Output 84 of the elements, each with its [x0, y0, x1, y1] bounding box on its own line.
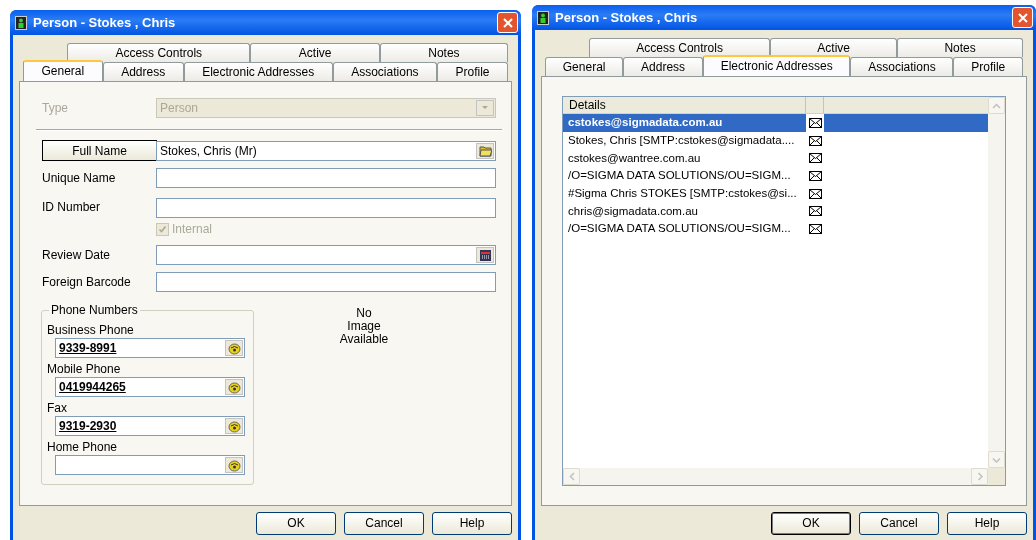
field-label: Business Phone — [47, 322, 135, 338]
address-text: cstokes@sigmadata.com.au — [567, 115, 724, 131]
input-field[interactable]: Stokes, Chris (Mr) — [156, 140, 496, 161]
tab[interactable]: Access Controls — [67, 43, 251, 62]
input-field[interactable] — [156, 272, 496, 292]
tab[interactable]: Profile — [437, 62, 509, 81]
tab[interactable]: Address — [102, 62, 184, 81]
list-row[interactable]: /O=SIGMA DATA SOLUTIONS/OU=SIGM... — [563, 167, 988, 185]
phone-field[interactable]: 9319-2930 — [55, 416, 245, 436]
group-title: Phone Numbers — [49, 303, 140, 317]
tab[interactable]: Access Controls — [589, 38, 771, 57]
tab[interactable]: General — [23, 60, 103, 81]
dialog-button[interactable]: Cancel — [344, 511, 424, 535]
envelope-icon — [808, 170, 822, 181]
tab[interactable]: Active — [770, 38, 898, 57]
field-label: Type — [42, 100, 69, 117]
folder-icon[interactable] — [478, 144, 492, 157]
scroll-up-icon[interactable] — [992, 102, 1001, 109]
calendar-icon[interactable] — [478, 248, 492, 262]
input-field[interactable] — [156, 168, 496, 188]
phone-icon[interactable] — [227, 458, 241, 472]
tab[interactable]: Address — [623, 57, 703, 76]
envelope-icon — [808, 223, 822, 234]
scroll-down-icon[interactable] — [992, 456, 1001, 463]
address-text: /O=SIGMA DATA SOLUTIONS/OU=SIGM... — [567, 221, 792, 237]
envelope-icon — [808, 135, 822, 146]
field-label: Mobile Phone — [47, 361, 122, 377]
tab[interactable]: General — [545, 57, 624, 76]
dialog-button[interactable]: OK — [771, 511, 851, 535]
list-row[interactable]: /O=SIGMA DATA SOLUTIONS/OU=SIGM... — [563, 220, 988, 238]
field-label: Foreign Barcode — [42, 274, 132, 291]
phone-icon[interactable] — [227, 380, 241, 394]
envelope-icon — [808, 153, 822, 164]
input-field[interactable] — [156, 245, 496, 265]
phone-icon[interactable] — [227, 419, 241, 433]
window-title: Person - Stokes , Chris — [33, 13, 177, 32]
tab[interactable]: Electronic Addresses — [702, 55, 851, 76]
vertical-scrollbar[interactable] — [988, 97, 1005, 468]
list-row[interactable]: cstokes@wantree.com.au — [563, 149, 988, 168]
address-text: /O=SIGMA DATA SOLUTIONS/OU=SIGM... — [567, 168, 792, 184]
field-label: Unique Name — [42, 170, 117, 187]
field-label: ID Number — [42, 198, 101, 216]
full-name-button[interactable]: Full Name — [42, 140, 157, 161]
tab[interactable]: Notes — [897, 38, 1023, 57]
tab[interactable]: Notes — [379, 43, 508, 62]
field-label: Fax — [47, 400, 68, 416]
scroll-right-icon[interactable] — [976, 472, 983, 481]
phone-field[interactable] — [55, 455, 245, 475]
tab[interactable]: Profile — [953, 57, 1023, 76]
dropdown-arrow-icon — [481, 105, 489, 111]
envelope-icon — [808, 117, 822, 128]
person-icon — [15, 15, 27, 30]
tab[interactable]: Active — [250, 43, 380, 62]
address-text: chris@sigmadata.com.au — [567, 203, 699, 219]
dialog-button[interactable]: Cancel — [859, 511, 939, 535]
list-row[interactable]: cstokes@sigmadata.com.au — [563, 114, 988, 132]
phone-icon[interactable] — [227, 341, 241, 355]
tab[interactable]: Electronic Addresses — [183, 62, 333, 81]
dialog-button[interactable]: OK — [256, 511, 336, 535]
phone-field[interactable]: 9339-8991 — [55, 338, 245, 358]
tab[interactable]: Associations — [850, 57, 954, 76]
no-image-text: No Image Available — [339, 307, 389, 348]
phone-field[interactable]: 0419944265 — [55, 377, 245, 397]
tab[interactable]: Associations — [332, 62, 438, 81]
scroll-left-icon[interactable] — [568, 472, 575, 481]
checkmark-icon — [158, 225, 167, 233]
envelope-icon — [808, 206, 822, 217]
list-row[interactable]: #Sigma Chris STOKES [SMTP:cstokes@si... — [563, 184, 988, 203]
envelope-icon — [808, 188, 822, 199]
dialog-button[interactable]: Help — [947, 511, 1027, 535]
window-title: Person - Stokes , Chris — [555, 8, 699, 27]
checkbox-label: Internal — [172, 221, 213, 238]
field-label: Review Date — [42, 247, 112, 264]
scrollbar-corner — [988, 468, 1005, 485]
address-text: cstokes@wantree.com.au — [567, 150, 702, 166]
input-field[interactable] — [156, 198, 496, 218]
dialog-button[interactable]: Help — [432, 511, 512, 535]
person-icon — [537, 10, 549, 25]
horizontal-scrollbar[interactable] — [563, 468, 988, 485]
list-row[interactable]: chris@sigmadata.com.au — [563, 202, 988, 221]
address-text: Stokes, Chris [SMTP:cstokes@sigmadata.... — [567, 132, 796, 148]
address-text: #Sigma Chris STOKES [SMTP:cstokes@si... — [567, 185, 798, 201]
list-row[interactable]: Stokes, Chris [SMTP:cstokes@sigmadata.... — [563, 131, 988, 150]
field-label: Home Phone — [47, 439, 119, 455]
